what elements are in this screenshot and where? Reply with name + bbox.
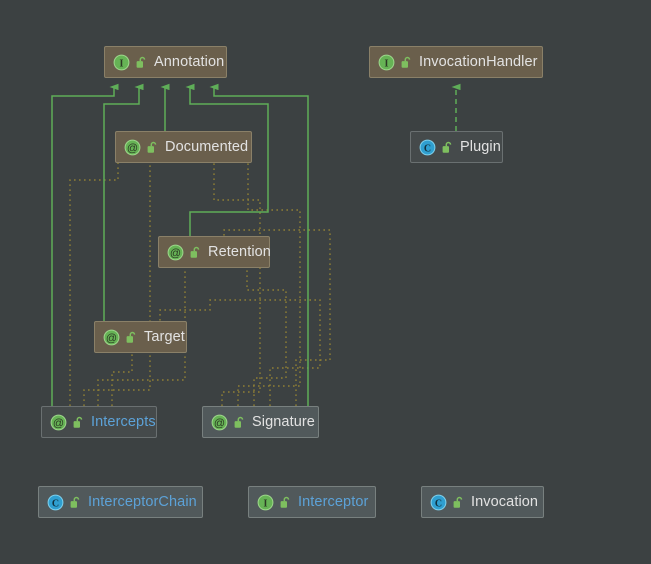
svg-text:@: @	[127, 142, 138, 154]
unlocked-padlock-icon	[70, 496, 81, 509]
node-label: Interceptor	[298, 494, 369, 510]
node-label: InvocationHandler	[419, 54, 538, 70]
node-label: Invocation	[471, 494, 539, 510]
svg-text:@: @	[53, 417, 64, 429]
svg-text:@: @	[214, 417, 225, 429]
unlocked-padlock-icon	[401, 56, 412, 69]
class-icon: C	[47, 494, 64, 511]
node-label: Plugin	[460, 139, 501, 155]
svg-text:C: C	[52, 498, 59, 509]
node-intercepts[interactable]: @ Intercepts	[41, 406, 157, 438]
svg-text:@: @	[106, 332, 117, 344]
unlocked-padlock-icon	[126, 331, 137, 344]
svg-text:I: I	[264, 498, 268, 509]
node-interceptor-chain[interactable]: C InterceptorChain	[38, 486, 203, 518]
node-label: Target	[144, 329, 185, 345]
node-label: Annotation	[154, 54, 225, 70]
node-label: InterceptorChain	[88, 494, 197, 510]
dependency-edges	[69, 163, 331, 406]
node-interceptor[interactable]: I Interceptor	[248, 486, 376, 518]
edge-layer	[51, 83, 461, 406]
node-plugin[interactable]: C Plugin	[410, 131, 503, 163]
unlocked-padlock-icon	[442, 141, 453, 154]
svg-text:C: C	[424, 143, 431, 154]
node-target[interactable]: @ Target	[94, 321, 187, 353]
node-annotation[interactable]: I Annotation	[104, 46, 227, 78]
annotation-icon: @	[211, 414, 228, 431]
node-label: Retention	[208, 244, 271, 260]
node-retention[interactable]: @ Retention	[158, 236, 271, 268]
interface-icon: I	[257, 494, 274, 511]
annotation-icon: @	[124, 139, 141, 156]
annotation-icon: @	[50, 414, 67, 431]
node-label: Intercepts	[91, 414, 156, 430]
class-icon: C	[419, 139, 436, 156]
annotation-icon: @	[103, 329, 120, 346]
node-signature[interactable]: @ Signature	[202, 406, 319, 438]
svg-text:C: C	[435, 498, 442, 509]
unlocked-padlock-icon	[73, 416, 84, 429]
unlocked-padlock-icon	[190, 246, 201, 259]
unlocked-padlock-icon	[234, 416, 245, 429]
unlocked-padlock-icon	[280, 496, 291, 509]
class-icon: C	[430, 494, 447, 511]
unlocked-padlock-icon	[147, 141, 158, 154]
node-label: Documented	[165, 139, 249, 155]
unlocked-padlock-icon	[453, 496, 464, 509]
annotation-icon: @	[167, 244, 184, 261]
node-invocation[interactable]: C Invocation	[421, 486, 544, 518]
node-label: Signature	[252, 414, 315, 430]
unlocked-padlock-icon	[136, 56, 147, 69]
svg-text:I: I	[385, 58, 389, 69]
diagram-canvas[interactable]: I Annotation I InvocationHandler @ Docum…	[0, 0, 651, 564]
svg-text:@: @	[170, 247, 181, 259]
node-invocation-handler[interactable]: I InvocationHandler	[369, 46, 543, 78]
svg-text:I: I	[120, 58, 124, 69]
interface-icon: I	[113, 54, 130, 71]
node-documented[interactable]: @ Documented	[115, 131, 252, 163]
interface-icon: I	[378, 54, 395, 71]
